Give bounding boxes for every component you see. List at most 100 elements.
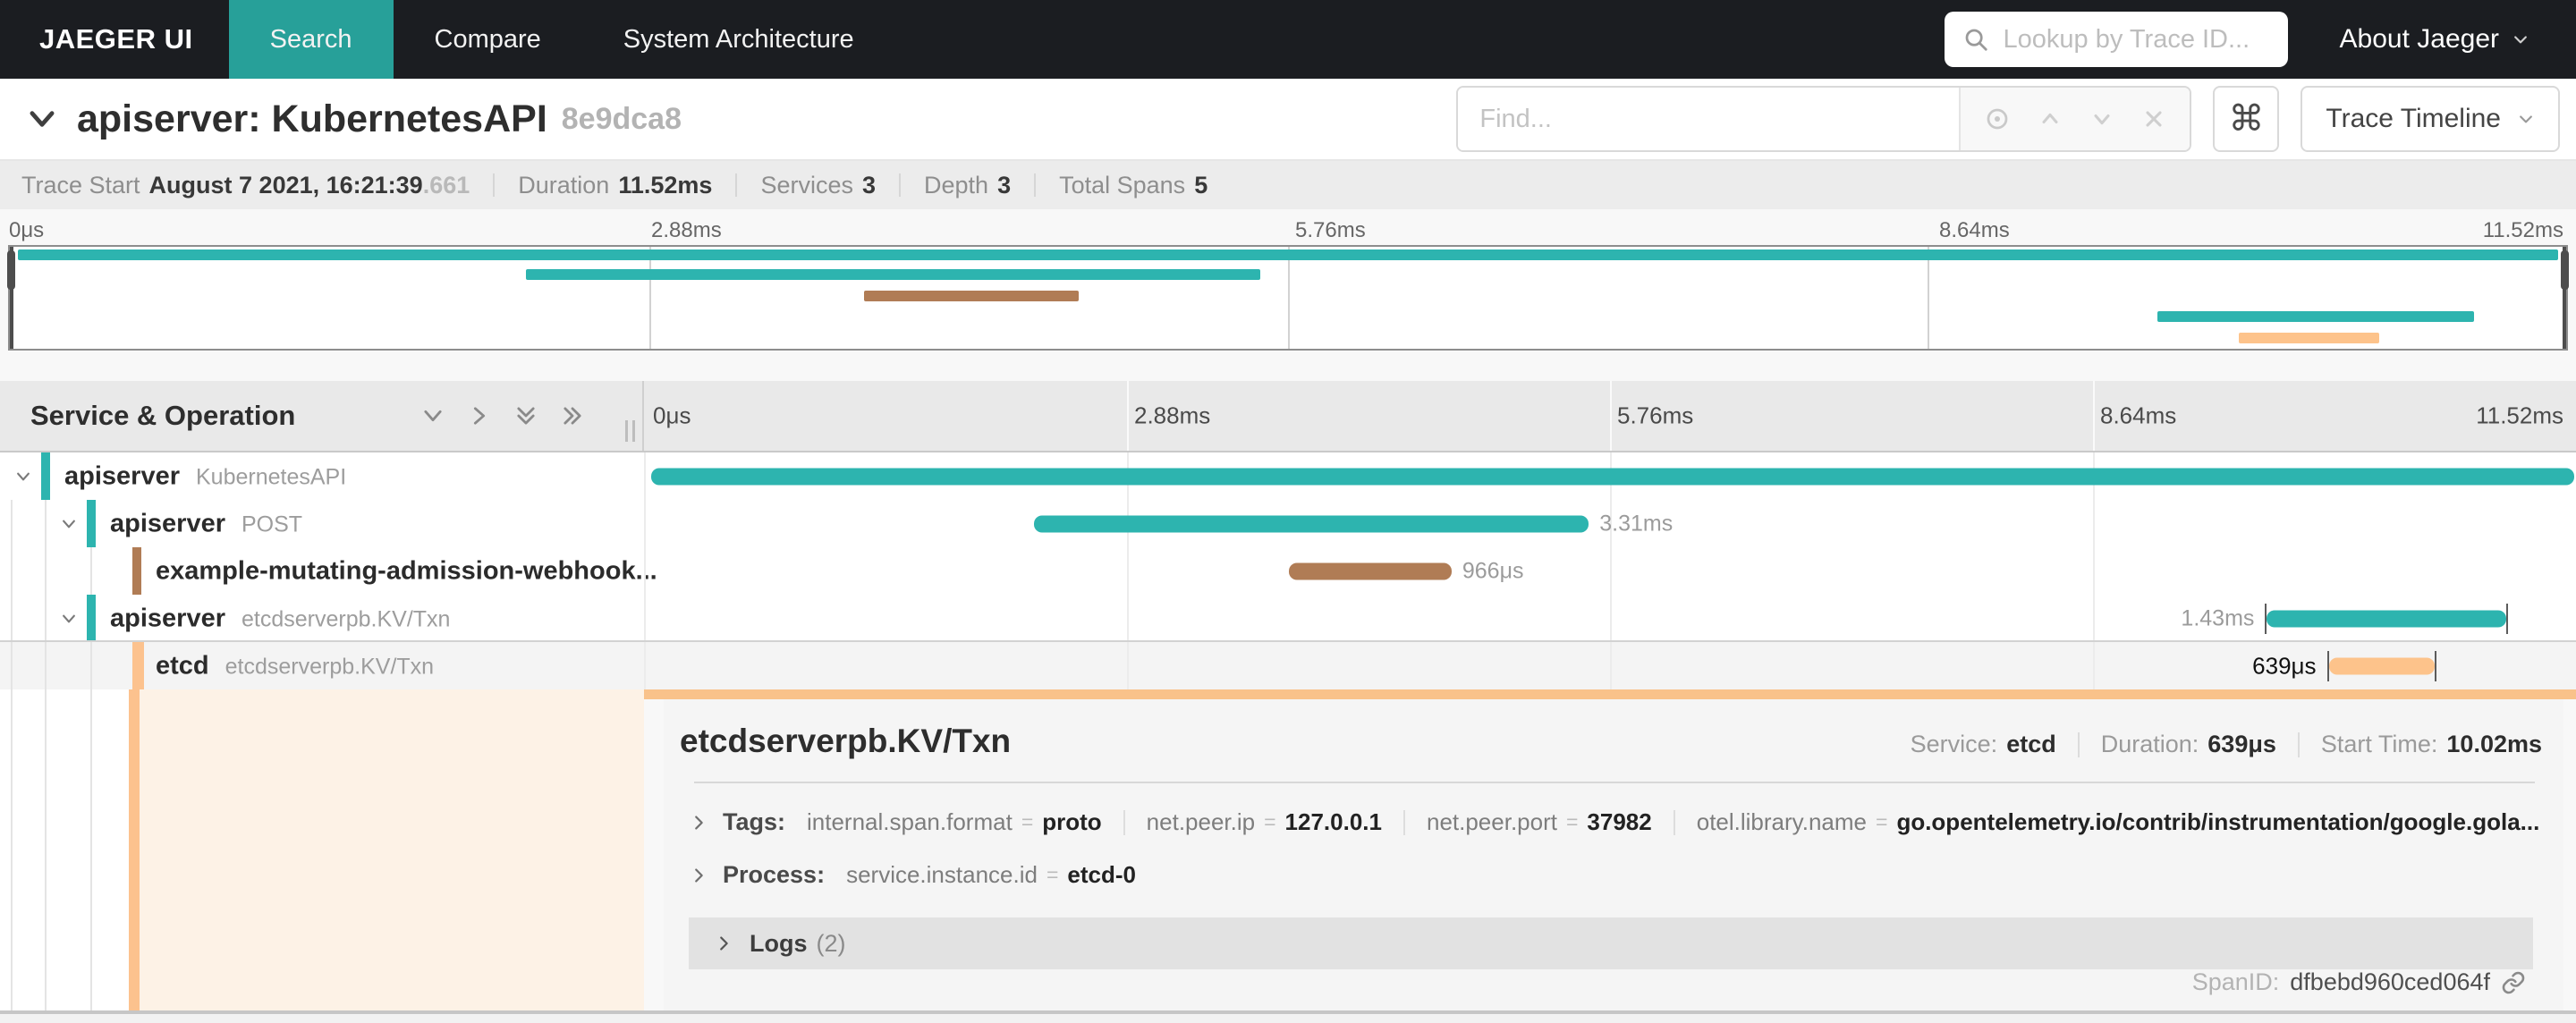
nav-tab-compare[interactable]: Compare bbox=[394, 0, 582, 79]
span-bar-cell[interactable]: 3.31ms bbox=[644, 500, 2576, 547]
span-row-example-mutating-admission-webhook-op[interactable]: example-mutating-admission-webhook... 966… bbox=[0, 547, 2576, 595]
timeline-tick-header: 0μs 2.88ms 5.76ms 8.64ms 11.52ms bbox=[644, 381, 2576, 451]
timeline-gridline bbox=[1127, 595, 1129, 642]
find-clear-icon[interactable] bbox=[2141, 106, 2166, 131]
span-expander-icon[interactable] bbox=[60, 610, 78, 628]
tags-label: Tags: bbox=[723, 808, 786, 835]
kv-equals: = bbox=[1021, 810, 1034, 833]
kv-equals: = bbox=[1046, 863, 1059, 886]
timeline-gridline bbox=[1610, 381, 1612, 451]
spanid-value: dfbebd960ced064f bbox=[2290, 968, 2490, 995]
service-name: apiserver bbox=[64, 461, 180, 490]
minimap-right-scrubber-handle[interactable] bbox=[2561, 250, 2569, 290]
summary-separator bbox=[899, 173, 901, 197]
tags-accordion[interactable]: Tags: internal.span.format = proto net.peer… bbox=[689, 808, 2542, 836]
logs-accordion[interactable]: Logs (2) bbox=[689, 917, 2533, 969]
process-accordion[interactable]: Process: service.instance.id = etcd-0 bbox=[689, 861, 2542, 889]
tick-label: 0μs bbox=[653, 402, 691, 429]
kv-key: net.peer.port bbox=[1426, 808, 1557, 835]
timeline-gridline bbox=[1610, 595, 1612, 642]
timeline-gridline bbox=[644, 452, 646, 500]
find-next-icon[interactable] bbox=[2089, 106, 2114, 131]
locate-icon[interactable] bbox=[1984, 106, 2011, 132]
span-duration-bar[interactable] bbox=[1034, 515, 1589, 532]
span-duration-bar[interactable] bbox=[1289, 562, 1452, 579]
trace-summary-bar: Trace Start August 7 2021, 16:21:39.661 … bbox=[0, 161, 2576, 209]
trace-start-value: August 7 2021, 16:21:39.661 bbox=[148, 171, 470, 199]
operation-name: etcdserverpb.KV/Txn bbox=[242, 606, 451, 631]
span-bar-cell[interactable]: 1.43ms bbox=[644, 595, 2576, 642]
duration-value: 11.52ms bbox=[618, 171, 713, 199]
detail-left-gutter bbox=[0, 689, 644, 1010]
kv-key: net.peer.ip bbox=[1146, 808, 1256, 835]
expand-all-icon[interactable] bbox=[560, 403, 585, 428]
span-link-icon[interactable] bbox=[2501, 970, 2526, 995]
kv-value: go.opentelemetry.io/contrib/instrumentat… bbox=[1896, 808, 2540, 835]
command-key-icon: ⌘ bbox=[2228, 99, 2265, 139]
span-detail-section: etcdserverpb.KV/Txn Service: etcd Duratio… bbox=[0, 689, 2576, 1010]
minimap-left-scrubber-handle[interactable] bbox=[7, 250, 15, 290]
total-spans-label: Total Spans bbox=[1059, 171, 1186, 199]
tick-label: 0μs bbox=[9, 218, 45, 242]
column-resizer[interactable] bbox=[625, 420, 635, 442]
collapse-trace-chevron-icon[interactable] bbox=[25, 102, 59, 136]
kv-value: 37982 bbox=[1587, 808, 1652, 835]
span-row-etcd-etcdserverpb-kv-txn[interactable]: etcd etcdserverpb.KV/Txn 639μs bbox=[0, 642, 2576, 689]
keyboard-shortcuts-button[interactable]: ⌘ bbox=[2213, 86, 2280, 152]
operation-name: KubernetesAPI bbox=[196, 464, 347, 489]
span-duration-bar[interactable] bbox=[2328, 657, 2436, 674]
summary-separator bbox=[1034, 173, 1037, 197]
span-duration-bar[interactable] bbox=[2267, 610, 2507, 627]
about-jaeger-label: About Jaeger bbox=[2339, 24, 2499, 54]
trace-start-ms: .661 bbox=[422, 171, 470, 199]
span-name: example-mutating-admission-webhook... bbox=[156, 556, 657, 586]
minimap-gridline bbox=[1288, 247, 1290, 349]
trace-lookup-box[interactable] bbox=[1944, 12, 2288, 67]
minimap-canvas[interactable] bbox=[7, 245, 2569, 351]
span-duration-bar[interactable] bbox=[650, 468, 2574, 485]
chevron-right-icon bbox=[689, 813, 708, 833]
span-row-apiserver-etcdserverpb-kv-txn[interactable]: apiserver etcdserverpb.KV/Txn 1.43ms bbox=[0, 595, 2576, 642]
span-bar-cell[interactable]: 966μs bbox=[644, 547, 2576, 595]
tree-guide-line bbox=[45, 500, 47, 547]
span-bar-cell[interactable] bbox=[644, 452, 2576, 500]
tree-guide-line bbox=[45, 642, 47, 689]
service-label: Service: bbox=[1910, 731, 1998, 757]
expand-one-icon[interactable] bbox=[467, 403, 492, 428]
chevron-down-icon bbox=[2512, 30, 2529, 48]
collapse-all-icon[interactable] bbox=[513, 403, 538, 428]
app-brand[interactable]: JAEGER UI bbox=[39, 23, 193, 55]
nav-tab-system-architecture[interactable]: System Architecture bbox=[582, 0, 895, 79]
span-duration-label: 1.43ms bbox=[2181, 605, 2255, 630]
trace-header-controls: ⌘ Trace Timeline bbox=[1456, 86, 2560, 152]
detail-meta: Service: etcd Duration: 639μs Start Time: 1… bbox=[1911, 731, 2542, 758]
find-prev-icon[interactable] bbox=[2038, 106, 2063, 131]
service-color-bar bbox=[132, 547, 141, 595]
process-label: Process: bbox=[723, 861, 826, 888]
find-input[interactable] bbox=[1458, 88, 1960, 150]
logs-count: (2) bbox=[816, 929, 846, 957]
selected-span-accent-bar bbox=[129, 689, 140, 1010]
detail-accent-strip bbox=[644, 689, 2576, 699]
minimap-span-bar bbox=[2239, 333, 2380, 343]
nav-tab-search[interactable]: Search bbox=[228, 0, 394, 79]
span-duration-label: 3.31ms bbox=[1599, 511, 1674, 536]
kv-value: proto bbox=[1042, 808, 1102, 835]
minimap-span-bar bbox=[863, 291, 1079, 301]
operation-name: POST bbox=[242, 512, 303, 537]
span-row-apiserver-kubernetesapi[interactable]: apiserver KubernetesAPI bbox=[0, 452, 2576, 500]
timeline-gridline bbox=[644, 500, 646, 547]
view-selector-button[interactable]: Trace Timeline bbox=[2301, 86, 2560, 152]
kv-separator bbox=[1673, 809, 1675, 835]
trace-lookup-input[interactable] bbox=[2003, 24, 2270, 55]
span-expander-icon[interactable] bbox=[14, 468, 32, 486]
tree-guide-line bbox=[11, 547, 13, 595]
span-expander-icon[interactable] bbox=[60, 515, 78, 533]
span-row-apiserver-post[interactable]: apiserver POST 3.31ms bbox=[0, 500, 2576, 547]
bar-edge-tick bbox=[2435, 650, 2437, 681]
tree-guide-line bbox=[11, 500, 13, 547]
collapse-one-icon[interactable] bbox=[420, 403, 445, 428]
about-jaeger-menu[interactable]: About Jaeger bbox=[2340, 24, 2529, 55]
span-bar-cell[interactable]: 639μs bbox=[644, 642, 2576, 689]
summary-separator bbox=[735, 173, 738, 197]
